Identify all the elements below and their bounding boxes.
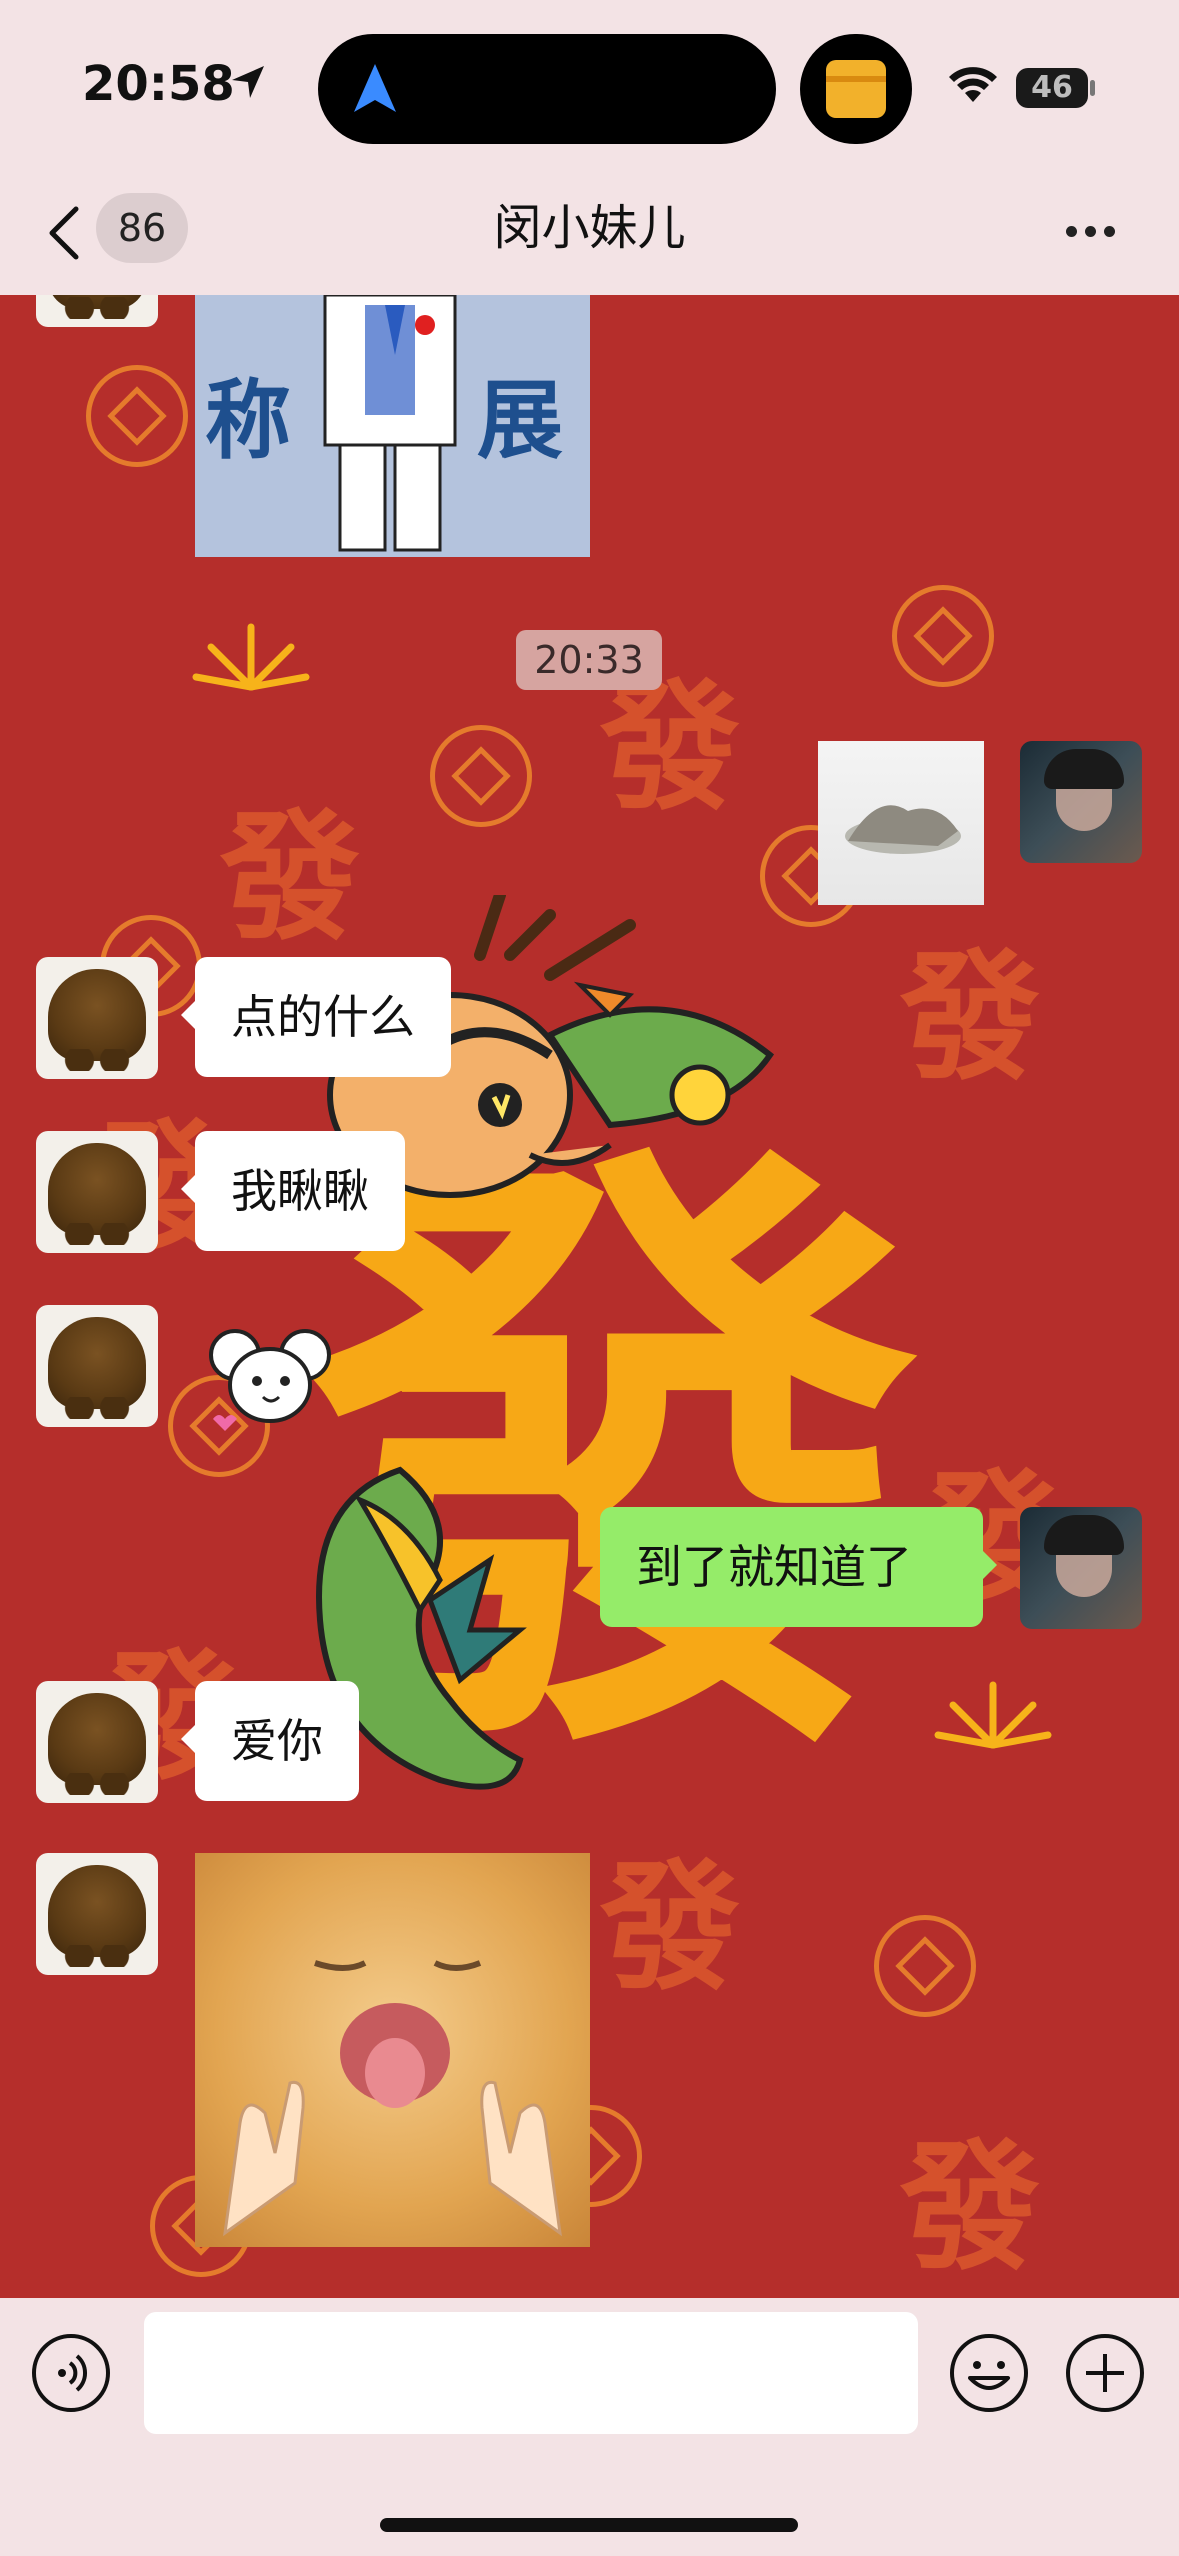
input-bar	[0, 2298, 1179, 2556]
emoji-icon[interactable]	[948, 2332, 1030, 2414]
chat-area[interactable]: 發 發 發 發 發 發 發 發 發 称 展 20:33 点的什么 我瞅瞅 到了就…	[0, 295, 1179, 2298]
my-avatar[interactable]	[1020, 1507, 1142, 1629]
chat-image-suit[interactable]: 称 展	[195, 295, 590, 557]
message-bubble-outgoing[interactable]: 到了就知道了	[600, 1507, 997, 1627]
seal-figure	[845, 805, 961, 854]
mouse-sticker[interactable]	[205, 1315, 335, 1435]
more-options-button[interactable]	[1066, 222, 1123, 241]
cat-face	[223, 1960, 562, 2237]
chat-title: 闵小妹儿	[493, 200, 686, 256]
contact-avatar[interactable]	[36, 957, 158, 1079]
package-icon	[826, 60, 886, 118]
more-dot-icon	[1104, 226, 1115, 237]
message-timestamp: 20:33	[516, 630, 662, 690]
message-input[interactable]	[144, 2312, 918, 2434]
fa-glyph: 發	[900, 937, 1041, 1100]
fa-glyph: 發	[600, 1847, 741, 2010]
wifi-icon	[949, 67, 997, 102]
more-dot-icon	[1066, 226, 1077, 237]
add-plus-icon[interactable]	[1064, 2332, 1146, 2414]
message-bubble-incoming[interactable]: 我瞅瞅	[181, 1131, 405, 1251]
chat-image-cat[interactable]	[195, 1853, 590, 2247]
image-text-left: 称	[205, 371, 291, 471]
status-bar: 20:58 46	[0, 0, 1179, 175]
contact-avatar[interactable]	[36, 1305, 158, 1427]
navigation-arrow-icon	[354, 64, 396, 112]
message-bubble-incoming[interactable]: 爱你	[181, 1681, 359, 1801]
contact-avatar[interactable]	[36, 1853, 158, 1975]
contact-avatar[interactable]	[36, 295, 158, 327]
my-avatar[interactable]	[1020, 741, 1142, 863]
firework-icon	[192, 623, 310, 691]
chat-image-seal[interactable]	[818, 741, 984, 905]
message-bubble-incoming[interactable]: 点的什么	[181, 957, 451, 1077]
coin-icon	[430, 725, 532, 827]
status-time: 20:58	[82, 56, 235, 112]
coin-icon	[892, 585, 994, 687]
battery-cap	[1090, 80, 1095, 96]
firework-icon	[934, 1681, 1052, 1749]
voice-input-icon[interactable]	[30, 2332, 112, 2414]
fa-glyph: 發	[900, 2127, 1041, 2290]
contact-avatar[interactable]	[36, 1681, 158, 1803]
image-text-right: 展	[477, 371, 563, 471]
location-arrow-icon	[232, 66, 264, 98]
coin-icon	[874, 1915, 976, 2017]
contact-avatar[interactable]	[36, 1131, 158, 1253]
more-dot-icon	[1085, 226, 1096, 237]
battery-level: 46	[1016, 68, 1088, 108]
coin-icon	[86, 365, 188, 467]
home-indicator	[380, 2518, 798, 2532]
